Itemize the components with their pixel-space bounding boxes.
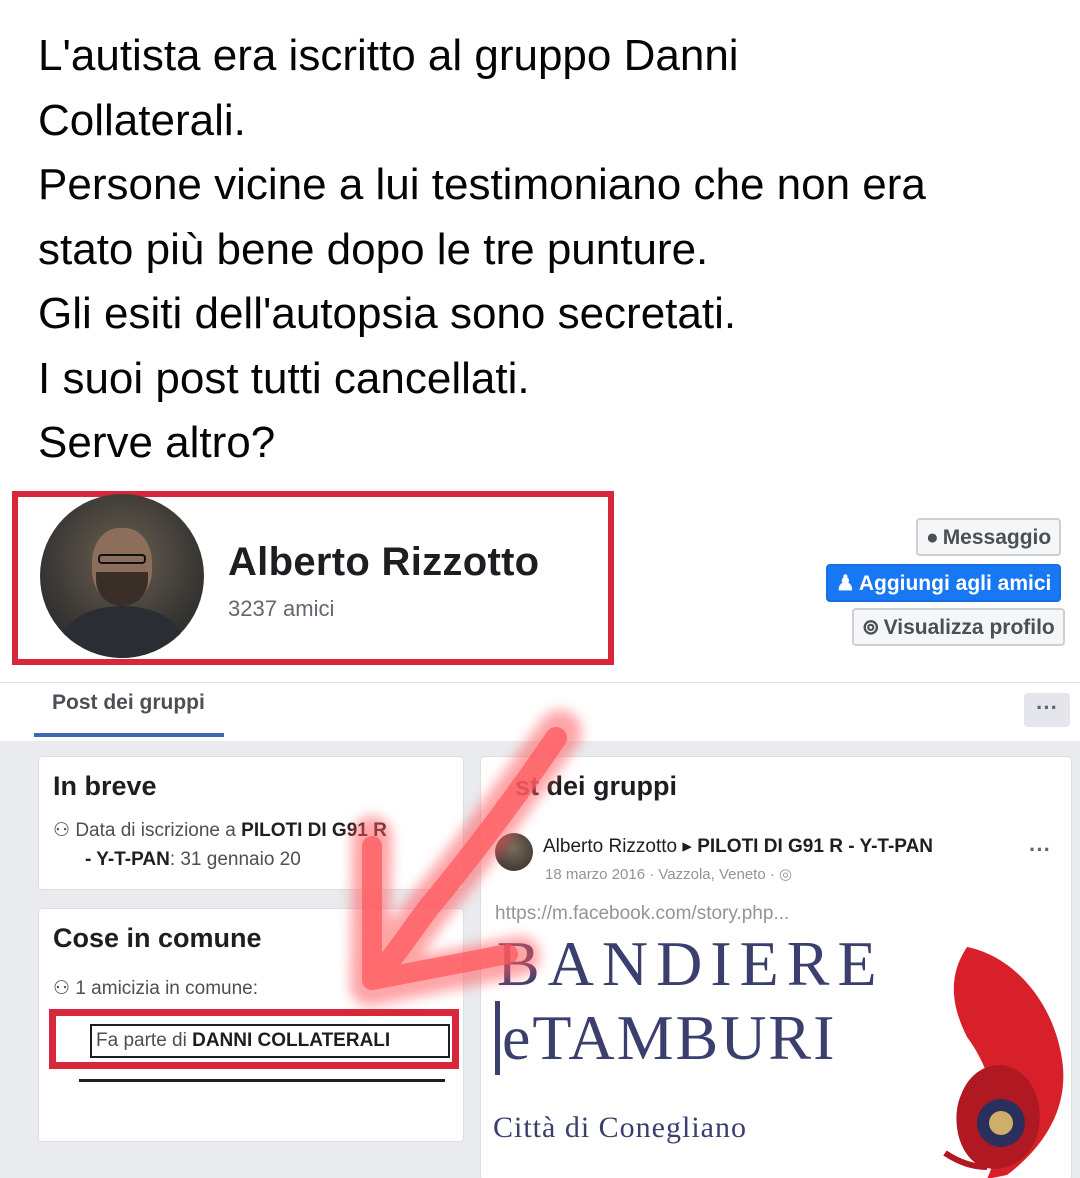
join-group-link-cont[interactable]: - Y-T-PAN [85,849,170,870]
avatar-body [62,606,182,658]
add-friend-button[interactable]: ♟ Aggiungi agli amici [826,564,1062,602]
view-profile-icon: ⊚ [862,616,880,639]
join-group-link[interactable]: PILOTI DI G91 R [241,820,387,841]
message-icon: ● [926,526,939,549]
brief-title: In breve [53,771,157,801]
friends-icon: ⚇ [53,978,71,999]
avatar-beard [96,572,148,606]
member-prefix: Fa parte di [96,1030,187,1051]
profile-header: Alberto Rizzotto 3237 amici ● Messaggio ♟… [0,486,1080,682]
flag-drum-image [943,947,1064,1178]
view-profile-label: Visualizza profilo [883,616,1055,639]
globe-icon: ◎ [779,866,793,883]
group-posts-title: st dei gruppi [515,771,677,801]
join-date: : 31 gennaio 20 [169,849,301,870]
join-date-line: ⚇ Data di iscrizione a PILOTI DI G91 R [53,819,387,842]
avatar[interactable] [40,494,204,658]
post-author-avatar[interactable] [495,833,533,871]
post-author-line: Alberto Rizzotto ▸ PILOTI DI G91 R - Y-T… [543,835,933,858]
post-link[interactable]: https://m.facebook.com/story.php... [495,903,789,925]
mutual-friends-line: ⚇ 1 amicizia in comune: [53,977,258,1000]
post-image-title-2: eTAMBURI [495,1001,836,1075]
common-underline [79,1079,445,1082]
active-tab-indicator [34,733,224,737]
post-date-text[interactable]: 18 marzo 2016 · Vazzola, Veneto · [545,866,775,883]
join-prefix: Data di iscrizione a [75,820,236,841]
join-date-line-2: - Y-T-PAN: 31 gennaio 20 [85,849,301,871]
post-date: 18 marzo 2016 · Vazzola, Veneto · ◎ [545,865,792,883]
more-options-button[interactable]: ··· [1024,693,1070,727]
post-image-subtitle: Città di Conegliano [493,1111,747,1144]
mutual-friends-text[interactable]: 1 amicizia in comune: [75,978,258,999]
post-group-link[interactable]: PILOTI DI G91 R - Y-T-PAN [697,836,933,857]
post-text: L'autista era iscritto al gruppo Danni C… [38,24,1068,476]
group-icon: ⚇ [53,820,71,841]
add-friend-icon: ♟ [836,572,855,595]
message-button[interactable]: ● Messaggio [916,518,1062,556]
membership-field[interactable]: Fa parte di DANNI COLLATERALI [90,1024,450,1058]
embedded-screenshot: Alberto Rizzotto 3237 amici ● Messaggio ♟… [0,486,1080,1178]
post-line: L'autista era iscritto al gruppo Danni [38,31,739,80]
common-title: Cose in comune [53,923,262,953]
post-separator-icon: ▸ [682,836,692,857]
post-line: Serve altro? [38,418,276,467]
post-line: I suoi post tutti cancellati. [38,353,530,403]
post-author-name[interactable]: Alberto Rizzotto [543,836,677,857]
message-label: Messaggio [942,526,1052,549]
tab-group-posts[interactable]: Post dei gruppi [52,691,205,715]
view-profile-button[interactable]: ⊚ Visualizza profilo [852,608,1065,646]
member-group-link[interactable]: DANNI COLLATERALI [192,1030,390,1051]
post-image-title-1: BANDIERE [497,928,885,999]
post-line: Persone vicine a lui testimoniano che no… [38,160,926,209]
friends-count[interactable]: 3237 amici [228,596,334,622]
tabs-bar: Post dei gruppi ··· [0,682,1080,741]
avatar-glasses [98,554,146,564]
membership-highlight-box: Fa parte di DANNI COLLATERALI [49,1009,459,1069]
profile-name[interactable]: Alberto Rizzotto [228,540,539,585]
post-line: stato più bene dopo le tre punture. [38,224,709,274]
common-card: Cose in comune ⚇ 1 amicizia in comune: F… [38,908,464,1142]
add-friend-label: Aggiungi agli amici [858,572,1052,595]
brief-card: In breve ⚇ Data di iscrizione a PILOTI D… [38,756,464,890]
group-posts-card: st dei gruppi Alberto Rizzotto ▸ PILOTI … [480,756,1072,1178]
post-line: Gli esiti dell'autopsia sono secretati. [38,289,737,338]
post-line: Collaterali. [38,95,246,145]
post-options-icon[interactable]: ··· [1029,837,1051,863]
